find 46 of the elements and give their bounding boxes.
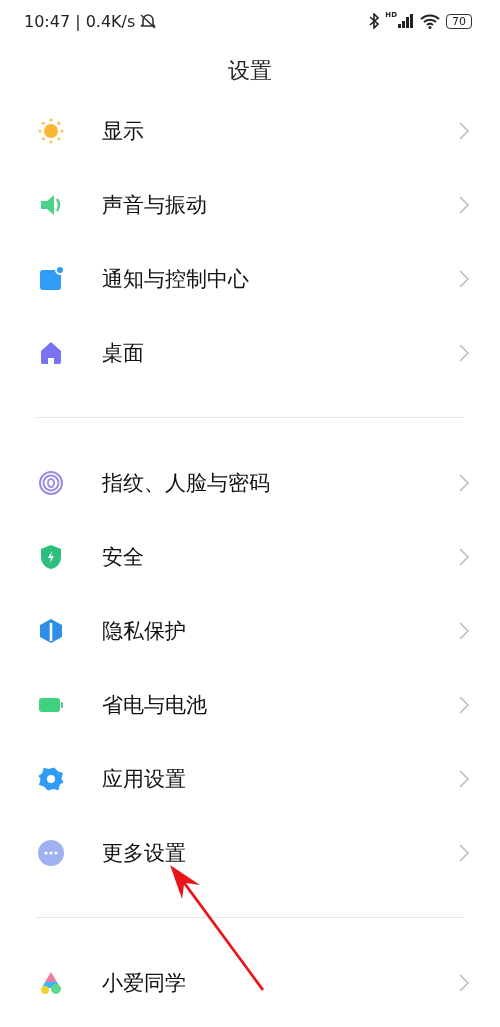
chevron-right-icon — [458, 547, 470, 567]
muted-bell-icon — [139, 13, 158, 29]
battery-level: 70 — [446, 13, 472, 29]
settings-item[interactable]: 通知与控制中心 — [0, 242, 500, 316]
more-icon — [37, 839, 65, 867]
chevron-right-icon — [458, 973, 470, 993]
settings-item[interactable]: 声音与振动 — [0, 168, 500, 242]
page-title: 设置 — [227, 57, 273, 85]
settings-item[interactable]: 省电与电池 — [0, 668, 500, 742]
item-label: 更多设置 — [102, 840, 187, 867]
gear-icon — [37, 765, 65, 793]
settings-item[interactable]: 隐私保护 — [0, 594, 500, 668]
bluetooth-icon — [369, 13, 380, 29]
chevron-right-icon — [458, 769, 470, 789]
item-label: 桌面 — [102, 340, 145, 367]
chevron-right-icon — [458, 695, 470, 715]
item-label: 隐私保护 — [102, 618, 187, 645]
item-label: 安全 — [102, 544, 145, 571]
item-label: 小爱同学 — [102, 970, 187, 997]
notification-icon — [37, 265, 65, 293]
chevron-right-icon — [458, 269, 470, 289]
chevron-right-icon — [458, 843, 470, 863]
settings-item[interactable]: 显示 — [0, 94, 500, 168]
item-label: 声音与振动 — [102, 192, 208, 219]
settings-item[interactable]: 指纹、人脸与密码 — [0, 446, 500, 520]
sun-icon — [37, 117, 65, 145]
privacy-icon — [37, 617, 65, 645]
chevron-right-icon — [458, 343, 470, 363]
settings-item[interactable]: 桌面 — [0, 316, 500, 390]
wifi-icon — [420, 13, 440, 29]
chevron-right-icon — [458, 621, 470, 641]
chevron-right-icon — [458, 473, 470, 493]
settings-item[interactable]: 安全 — [0, 520, 500, 594]
item-label: 指纹、人脸与密码 — [102, 470, 271, 497]
settings-item[interactable]: 应用设置 — [0, 742, 500, 816]
signal-icon — [398, 14, 414, 28]
item-label: 省电与电池 — [102, 692, 208, 719]
item-label: 应用设置 — [102, 766, 187, 793]
item-label: 显示 — [102, 118, 145, 145]
fingerprint-icon — [37, 469, 65, 497]
settings-item[interactable]: 小爱同学 — [0, 946, 500, 1020]
chevron-right-icon — [458, 121, 470, 141]
chevron-right-icon — [458, 195, 470, 215]
status-time: 10:47 | 0.4K/s — [24, 11, 136, 31]
item-label: 通知与控制中心 — [102, 266, 250, 293]
settings-item[interactable]: 更多设置 — [0, 816, 500, 890]
